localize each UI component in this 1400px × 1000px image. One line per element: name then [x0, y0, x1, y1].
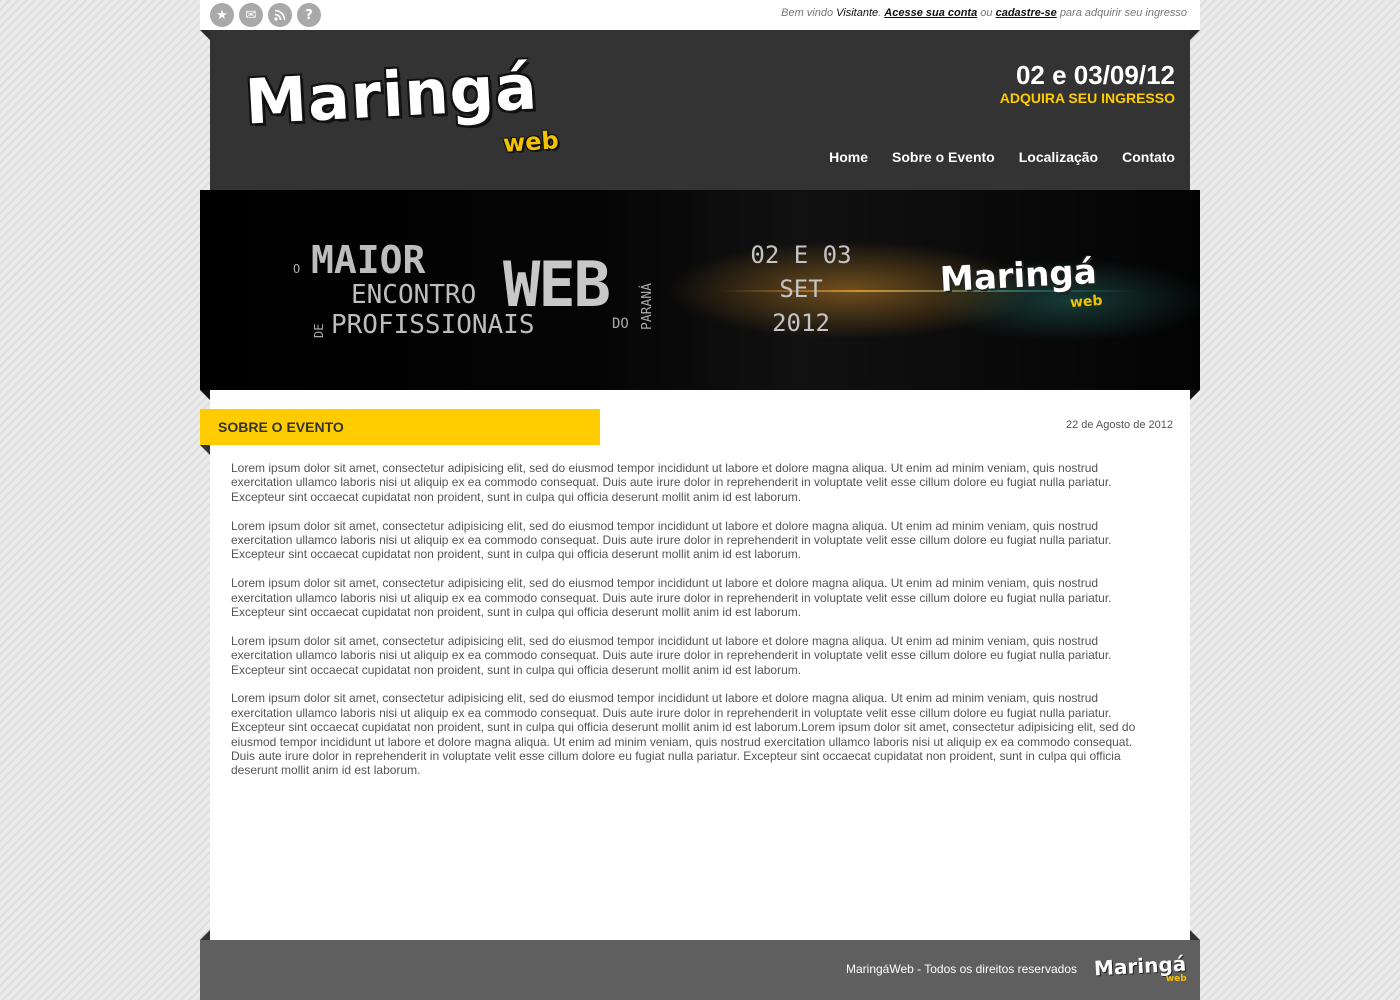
banner-date-line1: 02 E 03 — [750, 241, 852, 269]
nav-location[interactable]: Localização — [1019, 149, 1098, 165]
star-icon[interactable]: ★ — [210, 3, 234, 27]
welcome-suffix: para adquirir seu ingresso — [1059, 7, 1187, 19]
section-title: SOBRE O EVENTO — [218, 419, 344, 435]
banner-parana: PARANÁ — [640, 283, 655, 330]
fold-corner — [200, 445, 210, 455]
buy-ticket-link[interactable]: ADQUIRA SEU INGRESSO — [1000, 90, 1175, 106]
banner-web: WEB — [503, 248, 611, 321]
mail-icon[interactable]: ✉ — [239, 3, 263, 27]
banner-de: DE — [312, 323, 326, 338]
banner-logo-main: Maringá — [939, 251, 1098, 301]
login-link[interactable]: Acesse sua conta — [884, 7, 977, 19]
banner-date-line2: SET — [779, 275, 823, 303]
fold-corner — [1190, 390, 1200, 400]
banner-logo-sub: web — [1069, 292, 1103, 312]
welcome-message: Bem vindo Visitante. Acesse sua conta ou… — [781, 7, 1187, 19]
banner-date: 02 E 03 SET 2012 — [731, 238, 871, 340]
nav-home[interactable]: Home — [829, 149, 868, 165]
footer-logo-sub: web — [1165, 974, 1187, 984]
paragraph: Lorem ipsum dolor sit amet, consectetur … — [231, 576, 1112, 620]
footer-copyright: MaringáWeb - Todos os direitos reservado… — [846, 962, 1077, 976]
banner-date-line3: 2012 — [772, 309, 830, 337]
help-icon[interactable]: ? — [297, 3, 321, 27]
site-footer: MaringáWeb - Todos os direitos reservado… — [200, 940, 1200, 1000]
site-logo[interactable]: Maringá web — [243, 50, 559, 158]
article-body: Lorem ipsum dolor sit amet, consectetur … — [231, 461, 1156, 792]
main-nav: Home Sobre o Evento Localização Contato — [829, 149, 1175, 165]
fold-corner — [200, 390, 210, 400]
banner-do: DO — [612, 316, 629, 332]
rss-icon[interactable] — [268, 3, 292, 27]
logo-main-text: Maringá — [243, 50, 540, 139]
footer-logo[interactable]: Maringá web — [1093, 952, 1186, 984]
top-bar: ★ ✉ ? Bem vindo Visitante. Acesse sua co… — [200, 0, 1200, 30]
event-dates: 02 e 03/09/12 — [1015, 60, 1175, 90]
hero-banner: O MAIOR ENCONTRO DE PROFISSIONAIS WEB DO… — [200, 190, 1200, 390]
nav-about[interactable]: Sobre o Evento — [892, 149, 995, 165]
visitor-name: Visitante — [836, 7, 879, 19]
post-date: 22 de Agosto de 2012 — [1065, 419, 1173, 431]
nav-contact[interactable]: Contato — [1122, 149, 1175, 165]
section-header: SOBRE O EVENTO — [200, 409, 600, 445]
page: ★ ✉ ? Bem vindo Visitante. Acesse sua co… — [200, 0, 1200, 1000]
social-icons: ★ ✉ ? — [210, 3, 321, 27]
or-text: ou — [980, 7, 993, 19]
paragraph: Lorem ipsum dolor sit amet, consectetur … — [231, 461, 1112, 504]
fold-corner — [200, 30, 210, 40]
banner-o: O — [293, 262, 301, 276]
fold-corner — [1190, 30, 1200, 40]
paragraph: Lorem ipsum dolor sit amet, consectetur … — [231, 691, 1136, 778]
site-header: Maringá web 02 e 03/09/12 ADQUIRA SEU IN… — [210, 30, 1190, 190]
banner-maior: MAIOR — [311, 238, 426, 282]
fold-corner — [200, 930, 210, 940]
welcome-prefix: Bem vindo — [781, 7, 834, 19]
fold-corner — [1190, 930, 1200, 940]
banner-logo: Maringá web — [939, 252, 1103, 311]
paragraph: Lorem ipsum dolor sit amet, consectetur … — [231, 518, 1112, 562]
register-link[interactable]: cadastre-se — [996, 7, 1057, 19]
paragraph: Lorem ipsum dolor sit amet, consectetur … — [231, 633, 1112, 677]
logo-sub-text: web — [502, 126, 560, 158]
banner-encontro: ENCONTRO — [351, 280, 477, 310]
